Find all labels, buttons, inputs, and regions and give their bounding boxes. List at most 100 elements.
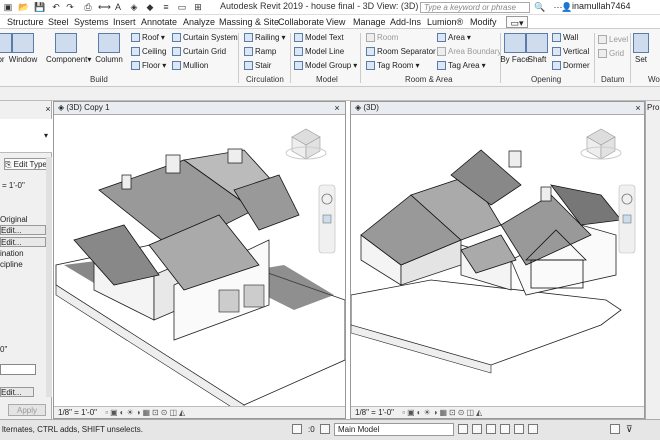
- scrollbar[interactable]: [46, 157, 52, 397]
- 3d-view-icon[interactable]: ◈: [128, 1, 140, 13]
- model-line-button[interactable]: Model Line: [294, 47, 344, 56]
- save-icon[interactable]: 💾: [34, 1, 46, 13]
- tab-view[interactable]: View: [326, 16, 345, 28]
- scale-field[interactable]: = 1'-0": [2, 181, 48, 191]
- viewcube[interactable]: [580, 128, 622, 160]
- curtain-system-button[interactable]: Curtain System: [172, 33, 238, 42]
- section-icon[interactable]: ◆: [144, 1, 156, 13]
- ribbon-toggle-button[interactable]: ▭▾: [506, 16, 528, 28]
- opening-panel-label[interactable]: Opening: [531, 75, 561, 84]
- zoom-icon[interactable]: [622, 214, 632, 224]
- editable-only-icon[interactable]: [458, 424, 468, 434]
- shaft-button[interactable]: Shaft: [522, 33, 552, 64]
- tab-steel[interactable]: Steel: [48, 16, 69, 28]
- level-button[interactable]: Level: [598, 35, 628, 44]
- view-scale[interactable]: 1/8" = 1'-0": [355, 408, 394, 417]
- view-control-icons[interactable]: ▫▣◐☀◑▦⊡⊙◫◭: [402, 408, 484, 417]
- house-3d-model[interactable]: [351, 115, 644, 407]
- component-button[interactable]: Component▾: [46, 33, 91, 64]
- tab-analyze[interactable]: Analyze: [183, 16, 215, 28]
- select-links-icon[interactable]: [472, 424, 482, 434]
- railing-button[interactable]: Railing ▾: [244, 33, 285, 42]
- select-underlay-icon[interactable]: [486, 424, 496, 434]
- build-panel-label[interactable]: Build: [90, 75, 108, 84]
- measure-icon[interactable]: ⟷: [98, 1, 111, 13]
- search-icon[interactable]: 🔍: [534, 1, 546, 13]
- area-button[interactable]: Area ▾: [437, 33, 471, 42]
- window-button[interactable]: Window: [8, 33, 38, 64]
- edit-button-3[interactable]: Edit...: [0, 387, 34, 397]
- design-options-icon[interactable]: [320, 424, 330, 434]
- model-group-button[interactable]: Model Group ▾: [294, 61, 357, 70]
- tag-room-button[interactable]: Tag Room ▾: [366, 61, 419, 70]
- undo-icon[interactable]: ↶: [50, 1, 62, 13]
- view-window-3d[interactable]: ◈ (3D) × 1/8" = 1'-0" ▫▣◐☀◑▦⊡⊙◫◭: [350, 101, 645, 419]
- search-input[interactable]: Type a keyword or phrase: [420, 2, 530, 13]
- tab-insert[interactable]: Insert: [113, 16, 136, 28]
- dormer-button[interactable]: Dormer: [552, 61, 590, 70]
- edit-button-2[interactable]: Edit...: [0, 237, 46, 247]
- curtain-grid-button[interactable]: Curtain Grid: [172, 47, 226, 56]
- floor-button[interactable]: Floor ▾: [131, 61, 166, 70]
- vertical-opening-button[interactable]: Vertical: [552, 47, 589, 56]
- select-by-face-icon[interactable]: [514, 424, 524, 434]
- tab-systems[interactable]: Systems: [74, 16, 109, 28]
- area-boundary-button[interactable]: Area Boundary: [437, 47, 501, 56]
- tab-collaborate[interactable]: Collaborate: [278, 16, 324, 28]
- room-separator-button[interactable]: Room Separator: [366, 47, 436, 56]
- close-view-icon[interactable]: ×: [632, 102, 644, 114]
- close-view-icon[interactable]: ×: [331, 102, 343, 114]
- house-3d-model[interactable]: [54, 115, 345, 407]
- edit-button-1[interactable]: Edit...: [0, 225, 46, 235]
- revit-logo-icon[interactable]: ▣: [2, 1, 14, 13]
- text-icon[interactable]: A: [112, 1, 124, 13]
- worksets-icon[interactable]: [292, 424, 302, 434]
- tab-structure[interactable]: Structure: [7, 16, 44, 28]
- set-workplane-button[interactable]: Set: [630, 33, 652, 64]
- model-panel-label[interactable]: Model: [316, 75, 338, 84]
- apply-button[interactable]: Apply: [8, 404, 46, 416]
- view-control-icons[interactable]: ▫▣◐☀◑▦⊡⊙◫◭: [105, 408, 187, 417]
- switch-windows-icon[interactable]: ⊞: [192, 1, 204, 13]
- select-pinned-icon[interactable]: [500, 424, 510, 434]
- work-plane-panel-label[interactable]: Wo: [648, 75, 660, 84]
- ramp-button[interactable]: Ramp: [244, 47, 276, 56]
- edit-type-button[interactable]: ⎘ Edit Type: [4, 158, 50, 170]
- view-window-3d-copy-1[interactable]: ◈ (3D) Copy 1 × 1/8" = 1'-0" ▫▣◐☀◑▦⊡⊙◫◭: [53, 101, 346, 419]
- mullion-button[interactable]: Mullion: [172, 61, 208, 70]
- room-button[interactable]: Room: [366, 33, 398, 42]
- stair-button[interactable]: Stair: [244, 61, 271, 70]
- model-text-button[interactable]: Model Text: [294, 33, 344, 42]
- thin-lines-icon[interactable]: ≡: [160, 1, 172, 13]
- view-tab-3d-copy-1[interactable]: ◈ (3D) Copy 1: [54, 102, 345, 115]
- tab-modify[interactable]: Modify: [470, 16, 497, 28]
- filter-icon[interactable]: [610, 424, 620, 434]
- tab-lumion[interactable]: Lumion®: [427, 16, 463, 28]
- model-selector[interactable]: Main Model: [334, 423, 454, 436]
- roof-button[interactable]: Roof ▾: [131, 33, 165, 42]
- grid-button[interactable]: Grid: [598, 49, 624, 58]
- value-field[interactable]: [0, 364, 36, 375]
- view-tab-3d[interactable]: ◈ (3D): [351, 102, 644, 115]
- view-scale[interactable]: 1/8" = 1'-0": [58, 408, 97, 417]
- tab-add-ins[interactable]: Add-Ins: [390, 16, 421, 28]
- wall-opening-button[interactable]: Wall: [552, 33, 578, 42]
- circulation-panel-label[interactable]: Circulation: [246, 75, 284, 84]
- close-windows-icon[interactable]: ▭: [176, 1, 188, 13]
- room-area-panel-label[interactable]: Room & Area: [405, 75, 453, 84]
- open-icon[interactable]: 📂: [18, 1, 30, 13]
- drag-elements-icon[interactable]: [528, 424, 538, 434]
- datum-panel-label[interactable]: Datum: [601, 75, 625, 84]
- ceiling-button[interactable]: Ceiling: [131, 47, 166, 56]
- chevron-down-icon[interactable]: ▾: [44, 131, 48, 140]
- project-browser-label[interactable]: Pro: [646, 101, 660, 114]
- tab-annotate[interactable]: Annotate: [141, 16, 177, 28]
- tab-massing-site[interactable]: Massing & Site: [219, 16, 279, 28]
- print-icon[interactable]: ⎙: [82, 1, 94, 13]
- tab-manage[interactable]: Manage: [353, 16, 386, 28]
- redo-icon[interactable]: ↷: [64, 1, 76, 13]
- tag-area-button[interactable]: Tag Area ▾: [437, 61, 486, 70]
- zoom-icon[interactable]: [322, 214, 332, 224]
- column-button[interactable]: Column: [94, 33, 124, 64]
- user-name[interactable]: inamullah7464: [572, 1, 631, 11]
